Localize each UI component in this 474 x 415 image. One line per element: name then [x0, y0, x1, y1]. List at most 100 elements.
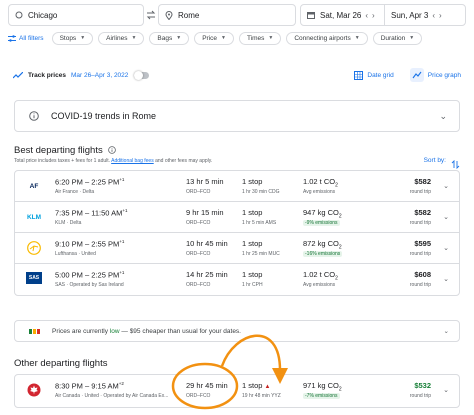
filter-chip-connecting-airports[interactable]: Connecting airports ▼ [286, 31, 368, 45]
stops: 1 stop [242, 270, 263, 279]
layover: 1 hr CPH [242, 282, 263, 288]
depart-date-field[interactable]: Sat, Mar 26 ‹ › [301, 5, 385, 25]
price-graph-button[interactable]: Price graph [406, 68, 461, 82]
route: ORD–FCO [186, 189, 211, 195]
origin-value: Chicago [28, 10, 58, 20]
filter-chip-times[interactable]: Times ▼ [238, 31, 282, 45]
airline-logo [23, 383, 45, 397]
bag-fees-link[interactable]: Additional bag fees [111, 158, 154, 164]
dropdown-icon: ▼ [268, 35, 274, 41]
co2-text: 947 kg CO [303, 208, 339, 217]
flight-row[interactable]: AF 6:20 PM – 2:25 PM+1 Air France · Delt… [15, 171, 459, 202]
chip-label: Airlines [106, 34, 128, 42]
location-pin-icon [165, 10, 173, 20]
day-offset: +1 [119, 239, 125, 244]
stops: 1 stop [242, 208, 263, 217]
expand-chevron-icon[interactable]: ⌄ [443, 386, 449, 394]
route: ORD–FCO [186, 220, 211, 226]
depart-date: Sat, Mar 26 [320, 10, 362, 20]
price-type: round trip [409, 393, 431, 399]
insight-suffix: — $95 cheaper than usual for your dates. [121, 327, 241, 335]
next-date-icon[interactable]: › [372, 11, 375, 20]
insight-prefix: Prices are currently [52, 327, 108, 335]
prev-date-icon[interactable]: ‹ [365, 11, 368, 20]
track-prices-toggle[interactable] [134, 70, 150, 80]
prev-return-date-icon[interactable]: ‹ [432, 11, 435, 20]
all-filters-button[interactable]: All filters [8, 35, 44, 42]
sort-by-button[interactable]: Sort by: [424, 157, 446, 164]
co2-sub: 2 [338, 386, 342, 393]
filter-chip-price[interactable]: Price ▼ [194, 31, 234, 45]
expand-chevron-icon[interactable]: ⌄ [443, 244, 449, 252]
best-flights-list: AF 6:20 PM – 2:25 PM+1 Air France · Delt… [14, 170, 460, 296]
track-date-range: Mar 26–Apr 3, 2022 [70, 71, 129, 79]
price-tracker-row: Track prices Mar 26–Apr 3, 2022 Date gri… [13, 68, 461, 82]
stops: 1 stop ▲ [242, 381, 270, 390]
covid-trends-card[interactable]: COVID-19 trends in Rome ⌄ [14, 100, 460, 132]
date-grid-icon [354, 70, 364, 80]
duration: 13 hr 5 min [186, 177, 224, 186]
dropdown-icon: ▼ [409, 35, 415, 41]
airline-logo-text: SAS [28, 275, 40, 281]
emissions: Avg emissions [303, 189, 336, 195]
filter-chip-airlines[interactable]: Airlines ▼ [98, 31, 145, 45]
info-icon[interactable] [108, 146, 117, 155]
price-type: round trip [409, 189, 431, 195]
flight-row[interactable]: 9:10 PM – 2:55 PM+1 Lufthansa · United 1… [15, 233, 459, 264]
time-text: 9:10 PM – 2:55 PM [55, 239, 120, 249]
flight-times: 7:35 PM – 11:50 AM+1 [55, 208, 128, 218]
stops-text: 1 stop [242, 381, 263, 390]
date-grid-button[interactable]: Date grid [350, 70, 394, 80]
expand-chevron-icon[interactable]: ⌄ [443, 213, 449, 221]
flight-row[interactable]: SAS 5:00 PM – 2:25 PM+1 SAS · Operated b… [15, 264, 459, 295]
flight-row[interactable]: KLM 7:35 PM – 11:50 AM+1 KLM · Delta 9 h… [15, 202, 459, 233]
stops: 1 stop [242, 239, 263, 248]
co2-sub: 2 [338, 213, 342, 220]
return-date: Sun, Apr 3 [391, 10, 429, 20]
search-bar: Chicago Rome Sat, Mar 26 ‹ › Sun, Apr 3 … [8, 4, 466, 26]
lufthansa-crane-icon [27, 241, 41, 255]
day-offset: +1 [122, 208, 128, 213]
filter-chip-duration[interactable]: Duration ▼ [372, 31, 423, 45]
price: $532 [414, 381, 431, 390]
other-flights-title: Other departing flights [14, 358, 108, 369]
day-offset: +1 [119, 177, 125, 182]
filter-chip-bags[interactable]: Bags ▼ [149, 31, 190, 45]
price-type: round trip [409, 220, 431, 226]
airline-name: Air France · Delta [55, 189, 95, 195]
day-offset: +1 [119, 270, 125, 275]
price-note-suffix: and other fees may apply. [155, 158, 213, 164]
chip-label: Duration [380, 34, 406, 42]
filter-chip-stops[interactable]: Stops ▼ [51, 31, 94, 45]
origin-field[interactable]: Chicago [8, 4, 144, 26]
chip-label: Connecting airports [294, 34, 351, 42]
flight-times: 5:00 PM – 2:25 PM+1 [55, 270, 124, 280]
day-offset: +2 [118, 381, 124, 386]
price-insight-card[interactable]: Prices are currently low — $95 cheaper t… [14, 320, 460, 342]
emissions: -16% emissions [303, 251, 343, 257]
chip-label: Times [246, 34, 265, 42]
expand-chevron-icon[interactable]: ⌄ [443, 182, 449, 190]
swap-icon[interactable] [144, 8, 158, 22]
covid-trends-label: COVID-19 trends in Rome [51, 111, 157, 121]
airline-name: SAS · Operated by Sas Ireland [55, 282, 124, 288]
return-date-field[interactable]: Sun, Apr 3 ‹ › [385, 11, 442, 20]
calendar-icon [307, 11, 315, 19]
time-text: 7:35 PM – 11:50 AM [55, 208, 123, 218]
destination-field[interactable]: Rome [158, 4, 296, 26]
layover: 1 hr 5 min AMS [242, 220, 277, 226]
best-flights-title-text: Best departing flights [14, 145, 103, 156]
next-return-date-icon[interactable]: › [439, 11, 442, 20]
stops: 1 stop [242, 177, 263, 186]
flight-row[interactable]: 8:30 PM – 9:15 AM+2 Air Canada · United … [15, 375, 459, 409]
co2-text: 971 kg CO [303, 381, 339, 390]
airline-logo: KLM [26, 213, 42, 221]
trend-icon [13, 71, 23, 79]
emissions: Avg emissions [303, 282, 336, 288]
price-type: round trip [409, 282, 431, 288]
duration: 10 hr 45 min [186, 239, 228, 248]
co2: 971 kg CO2 [303, 381, 342, 393]
warning-icon: ▲ [264, 384, 271, 390]
expand-chevron-icon[interactable]: ⌄ [443, 275, 449, 283]
view-options: Date grid Price graph [350, 68, 461, 82]
